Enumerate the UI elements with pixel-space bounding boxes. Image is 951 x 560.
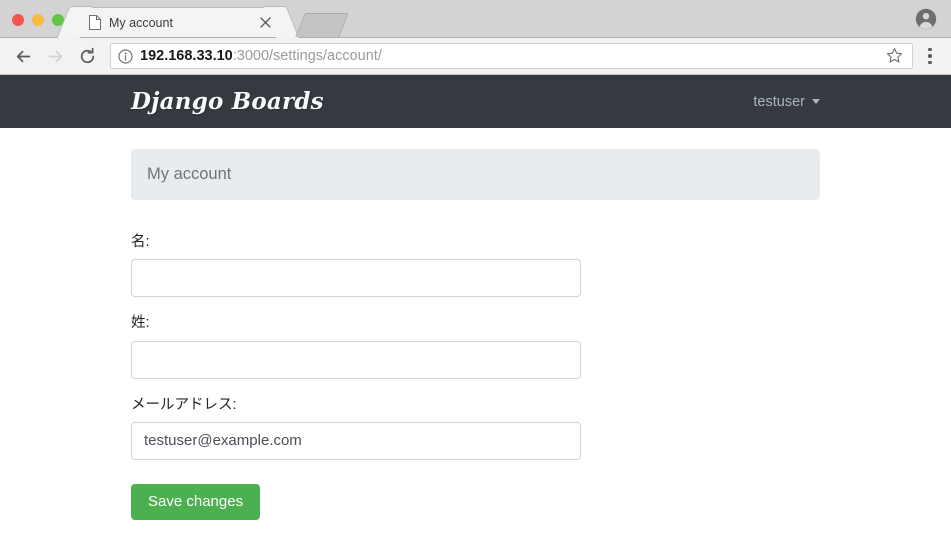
site-navbar: Django Boards testuser xyxy=(0,75,951,128)
url-host: 192.168.33.10 xyxy=(140,48,233,64)
save-changes-button[interactable]: Save changes xyxy=(131,483,261,521)
user-menu[interactable]: testuser xyxy=(753,94,820,110)
browser-window: My account 192.168.33.10:3000/settings/a… xyxy=(0,0,951,560)
email-label: メールアドレス: xyxy=(131,396,237,413)
address-bar[interactable]: 192.168.33.10:3000/settings/account/ xyxy=(110,43,913,69)
kebab-menu-icon[interactable] xyxy=(919,41,941,71)
form-group-last-name: 姓: xyxy=(131,313,820,379)
first-name-label: 名: xyxy=(131,234,150,250)
last-name-label: 姓: xyxy=(131,315,150,332)
last-name-input[interactable] xyxy=(131,340,581,379)
profile-avatar-icon[interactable] xyxy=(915,8,937,30)
back-arrow-icon[interactable] xyxy=(8,41,38,71)
minimize-window-button[interactable] xyxy=(32,14,44,26)
tab-title: My account xyxy=(109,15,173,30)
first-name-input[interactable] xyxy=(131,259,581,298)
tab-strip: My account xyxy=(0,0,951,38)
email-input[interactable] xyxy=(131,421,581,460)
browser-tab[interactable]: My account xyxy=(74,7,282,37)
page-title: My account xyxy=(147,165,232,183)
user-menu-label: testuser xyxy=(753,93,805,110)
browser-toolbar: 192.168.33.10:3000/settings/account/ xyxy=(0,38,951,75)
close-window-button[interactable] xyxy=(12,14,24,26)
form-group-first-name: 名: xyxy=(131,232,820,298)
new-tab-placeholder[interactable] xyxy=(295,13,349,37)
page-viewport: Django Boards testuser My account 名: 姓: xyxy=(0,75,951,560)
site-brand[interactable]: Django Boards xyxy=(131,88,324,115)
info-icon[interactable] xyxy=(118,48,133,64)
forward-arrow-icon xyxy=(40,41,70,71)
url-text: 192.168.33.10:3000/settings/account/ xyxy=(140,48,879,64)
close-icon[interactable] xyxy=(257,15,273,31)
url-path: :3000/settings/account/ xyxy=(232,48,382,64)
star-icon[interactable] xyxy=(886,47,904,65)
content-container: My account 名: 姓: メールアドレス: Save changes xyxy=(0,128,951,521)
reload-icon[interactable] xyxy=(72,41,102,71)
page-icon xyxy=(89,15,101,30)
account-form: 名: 姓: メールアドレス: Save changes xyxy=(131,232,820,521)
form-group-email: メールアドレス: xyxy=(131,395,820,460)
chevron-down-icon xyxy=(812,99,820,104)
page-heading-panel: My account xyxy=(131,149,820,200)
